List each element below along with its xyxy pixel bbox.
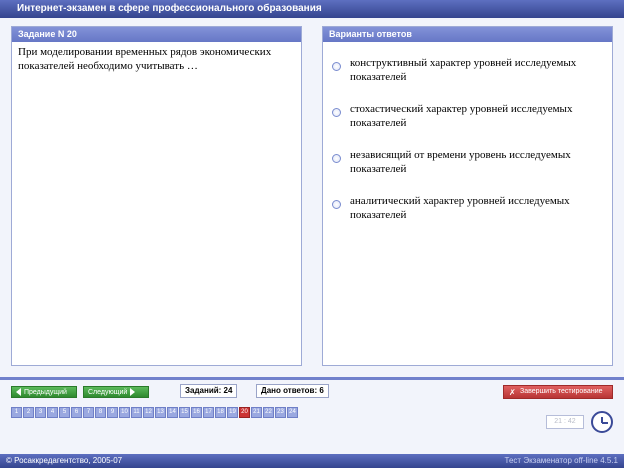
answers-panel: Варианты ответов конструктивный характер… <box>322 26 613 366</box>
page-button-11[interactable]: 11 <box>131 407 142 418</box>
prev-button-label: Предыдущий <box>24 389 67 396</box>
question-text: При моделировании временных рядов эконом… <box>18 46 272 72</box>
page-button-2[interactable]: 2 <box>23 407 34 418</box>
answer-text-4: аналитический характер уровней исследуем… <box>350 195 570 221</box>
next-button-label: Следующий <box>88 389 128 396</box>
page-button-13[interactable]: 13 <box>155 407 166 418</box>
page-button-17[interactable]: 17 <box>203 407 214 418</box>
page-navigator: 1 2 3 4 5 6 7 8 9 10 11 12 13 14 15 16 1… <box>11 407 299 419</box>
footer-copyright: © Росаккредагентство, 2005-07 <box>6 456 123 465</box>
answer-radio-2[interactable] <box>332 108 341 117</box>
prev-button[interactable]: Предыдущий <box>11 386 77 398</box>
page-button-10[interactable]: 10 <box>119 407 130 418</box>
page-button-4[interactable]: 4 <box>47 407 58 418</box>
finish-test-button[interactable]: ✗ Завершить тестирование <box>503 385 613 399</box>
arrow-right-icon <box>130 388 136 397</box>
page-button-14[interactable]: 14 <box>167 407 178 418</box>
page-button-1[interactable]: 1 <box>11 407 22 418</box>
answer-radio-3[interactable] <box>332 154 341 163</box>
window-title: Интернет-экзамен в сфере профессионально… <box>0 0 624 18</box>
question-header: Задание N 20 <box>12 27 301 42</box>
clock-icon <box>591 411 613 433</box>
page-button-6[interactable]: 6 <box>71 407 82 418</box>
page-button-24[interactable]: 24 <box>287 407 298 418</box>
page-button-9[interactable]: 9 <box>107 407 118 418</box>
answers-given: Дано ответов: 6 <box>256 384 329 398</box>
page-button-22[interactable]: 22 <box>263 407 274 418</box>
separator-band <box>0 377 624 380</box>
page-button-18[interactable]: 18 <box>215 407 226 418</box>
page-button-8[interactable]: 8 <box>95 407 106 418</box>
footer-bar: © Росаккредагентство, 2005-07 Тест Экзам… <box>0 454 624 468</box>
clock-minute-hand <box>602 422 608 424</box>
answer-radio-1[interactable] <box>332 62 341 71</box>
runner-icon: ✗ <box>509 388 516 397</box>
tasks-count: Заданий: 24 <box>180 384 238 398</box>
finish-test-label: Завершить тестирование <box>520 388 603 395</box>
arrow-left-icon <box>16 388 21 397</box>
footer-version: Тест Экзаменатор off-line 4.5.1 <box>504 456 618 465</box>
page-button-19[interactable]: 19 <box>227 407 238 418</box>
page-button-5[interactable]: 5 <box>59 407 70 418</box>
answer-text-2: стохастический характер уровней исследуе… <box>350 103 573 129</box>
page-button-23[interactable]: 23 <box>275 407 286 418</box>
answers-header: Варианты ответов <box>323 27 612 42</box>
timer-display: 21 : 42 <box>546 415 584 429</box>
answer-text-3: независящий от времени уровень исследуем… <box>350 149 571 175</box>
page-button-3[interactable]: 3 <box>35 407 46 418</box>
page-button-15[interactable]: 15 <box>179 407 190 418</box>
answer-text-1: конструктивный характер уровней исследуе… <box>350 57 577 83</box>
page-button-21[interactable]: 21 <box>251 407 262 418</box>
page-button-16[interactable]: 16 <box>191 407 202 418</box>
page-button-7[interactable]: 7 <box>83 407 94 418</box>
question-panel: Задание N 20 При моделировании временных… <box>11 26 302 366</box>
page-button-12[interactable]: 12 <box>143 407 154 418</box>
page-button-20-current[interactable]: 20 <box>239 407 250 418</box>
next-button[interactable]: Следующий <box>83 386 149 398</box>
answer-radio-4[interactable] <box>332 200 341 209</box>
